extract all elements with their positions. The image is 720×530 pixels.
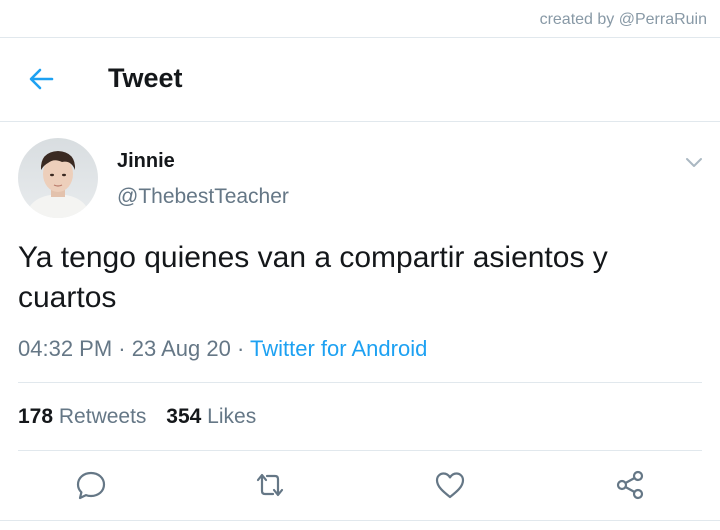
tweet-stats: 178 Retweets 354 Likes bbox=[18, 405, 270, 429]
retweet-icon[interactable] bbox=[253, 468, 287, 502]
tweet-date: 23 Aug 20 bbox=[131, 336, 231, 361]
avatar[interactable] bbox=[18, 138, 98, 218]
creator-credit: created by @PerraRuin bbox=[539, 11, 707, 28]
retweets-count: 178 bbox=[18, 405, 54, 428]
app-header: Tweet bbox=[0, 38, 720, 122]
bottom-divider bbox=[0, 520, 720, 521]
stats-divider bbox=[18, 450, 702, 451]
likes-count: 354 bbox=[166, 405, 202, 428]
avatar-image bbox=[18, 138, 98, 218]
tweet-text: Ya tengo quienes van a compartir asiento… bbox=[18, 241, 608, 314]
author-handle[interactable]: @ThebestTeacher bbox=[117, 185, 289, 209]
meta-separator: · bbox=[236, 336, 245, 361]
page-title: Tweet bbox=[108, 63, 183, 93]
reply-icon[interactable] bbox=[74, 468, 108, 502]
like-icon[interactable] bbox=[433, 468, 467, 502]
meta-divider bbox=[18, 382, 702, 383]
header-divider bbox=[0, 121, 720, 122]
tweet-source-link[interactable]: Twitter for Android bbox=[250, 336, 427, 361]
retweets-stat[interactable]: 178 Retweets bbox=[18, 405, 152, 428]
meta-separator: · bbox=[118, 336, 126, 361]
share-icon[interactable] bbox=[613, 468, 647, 502]
tweet-meta: 04:32 PM · 23 Aug 20 · Twitter for Andro… bbox=[18, 336, 427, 362]
likes-label: Likes bbox=[207, 405, 257, 428]
author-name[interactable]: Jinnie bbox=[117, 150, 175, 173]
tweet-time: 04:32 PM bbox=[18, 336, 113, 361]
chevron-down-icon[interactable] bbox=[682, 150, 706, 174]
likes-stat[interactable]: 354 Likes bbox=[166, 405, 256, 428]
arrow-left-icon[interactable] bbox=[26, 64, 56, 94]
retweets-label: Retweets bbox=[58, 405, 147, 428]
